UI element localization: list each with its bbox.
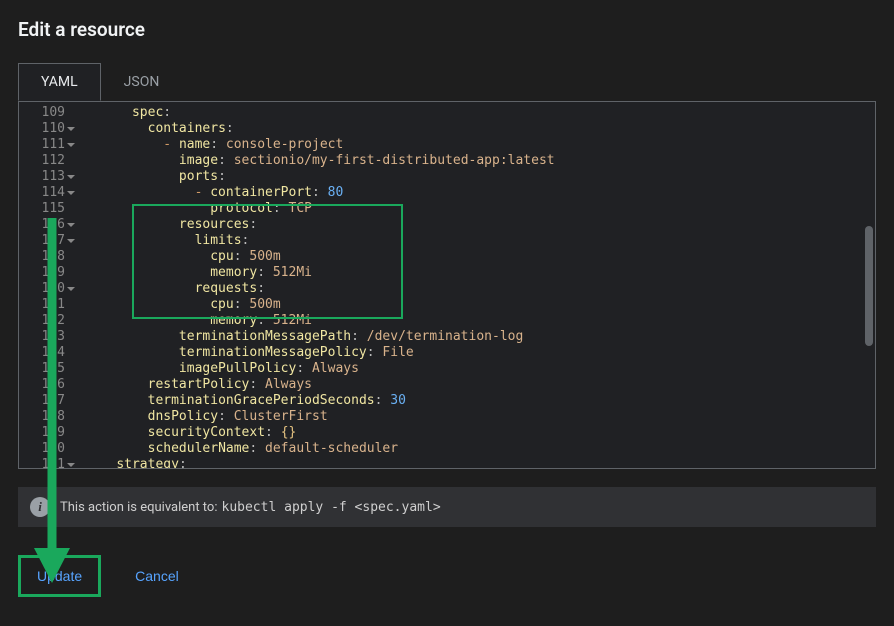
edit-resource-dialog: Edit a resource YAML JSON 10911011111211… bbox=[0, 0, 894, 626]
code-line[interactable]: terminationMessagePath: /dev/termination… bbox=[85, 329, 555, 345]
dialog-title: Edit a resource bbox=[18, 18, 876, 41]
line-number: 124 bbox=[19, 345, 67, 361]
code-line[interactable]: resources: bbox=[85, 217, 555, 233]
code-line[interactable]: terminationGracePeriodSeconds: 30 bbox=[85, 393, 555, 409]
cancel-button[interactable]: Cancel bbox=[131, 558, 183, 594]
line-number: 128 bbox=[19, 409, 67, 425]
code-line[interactable]: cpu: 500m bbox=[85, 297, 555, 313]
line-number: 112 bbox=[19, 153, 67, 169]
line-number: 123 bbox=[19, 329, 67, 345]
line-number: 121 bbox=[19, 297, 67, 313]
info-bar: i This action is equivalent to: kubectl … bbox=[18, 487, 876, 527]
line-number: 113 bbox=[19, 169, 67, 185]
line-number: 126 bbox=[19, 377, 67, 393]
line-number-gutter: 1091101111121131141151161171181191201211… bbox=[19, 102, 67, 468]
code-line[interactable]: limits: bbox=[85, 233, 555, 249]
update-button[interactable]: Update bbox=[21, 558, 98, 594]
code-line[interactable]: securityContext: {} bbox=[85, 425, 555, 441]
line-number: 116 bbox=[19, 217, 67, 233]
code-line[interactable]: protocol: TCP bbox=[85, 201, 555, 217]
code-line[interactable]: image: sectionio/my-first-distributed-ap… bbox=[85, 153, 555, 169]
format-tabs: YAML JSON bbox=[18, 63, 876, 101]
tab-yaml[interactable]: YAML bbox=[18, 63, 101, 101]
dialog-actions: Update Cancel bbox=[18, 555, 876, 597]
line-number: 127 bbox=[19, 393, 67, 409]
line-number: 117 bbox=[19, 233, 67, 249]
line-number: 115 bbox=[19, 201, 67, 217]
code-line[interactable]: cpu: 500m bbox=[85, 249, 555, 265]
line-number: 131 bbox=[19, 457, 67, 469]
line-number: 111 bbox=[19, 137, 67, 153]
line-number: 130 bbox=[19, 441, 67, 457]
code-line[interactable]: spec: bbox=[85, 105, 555, 121]
line-number: 118 bbox=[19, 249, 67, 265]
line-number: 110 bbox=[19, 121, 67, 137]
line-number: 114 bbox=[19, 185, 67, 201]
code-line[interactable]: memory: 512Mi bbox=[85, 265, 555, 281]
code-line[interactable]: - containerPort: 80 bbox=[85, 185, 555, 201]
code-line[interactable]: - name: console-project bbox=[85, 137, 555, 153]
info-icon: i bbox=[30, 497, 50, 517]
code-line[interactable]: dnsPolicy: ClusterFirst bbox=[85, 409, 555, 425]
code-line[interactable]: schedulerName: default-scheduler bbox=[85, 441, 555, 457]
code-content[interactable]: spec: containers: - name: console-projec… bbox=[67, 102, 555, 468]
line-number: 109 bbox=[19, 105, 67, 121]
code-line[interactable]: memory: 512Mi bbox=[85, 313, 555, 329]
code-line[interactable]: ports: bbox=[85, 169, 555, 185]
code-line[interactable]: containers: bbox=[85, 121, 555, 137]
line-number: 122 bbox=[19, 313, 67, 329]
line-number: 120 bbox=[19, 281, 67, 297]
code-editor[interactable]: 1091101111121131141151161171181191201211… bbox=[18, 101, 876, 469]
annotation-highlight-update: Update bbox=[18, 555, 101, 597]
code-line[interactable]: strategy: bbox=[85, 457, 555, 469]
info-command: kubectl apply -f <spec.yaml> bbox=[222, 500, 441, 515]
tab-json[interactable]: JSON bbox=[101, 63, 183, 101]
info-text: This action is equivalent to: bbox=[60, 500, 218, 515]
line-number: 125 bbox=[19, 361, 67, 377]
code-line[interactable]: restartPolicy: Always bbox=[85, 377, 555, 393]
line-number: 129 bbox=[19, 425, 67, 441]
editor-scrollbar-thumb[interactable] bbox=[865, 226, 873, 346]
code-line[interactable]: requests: bbox=[85, 281, 555, 297]
line-number: 119 bbox=[19, 265, 67, 281]
code-line[interactable]: terminationMessagePolicy: File bbox=[85, 345, 555, 361]
code-line[interactable]: imagePullPolicy: Always bbox=[85, 361, 555, 377]
